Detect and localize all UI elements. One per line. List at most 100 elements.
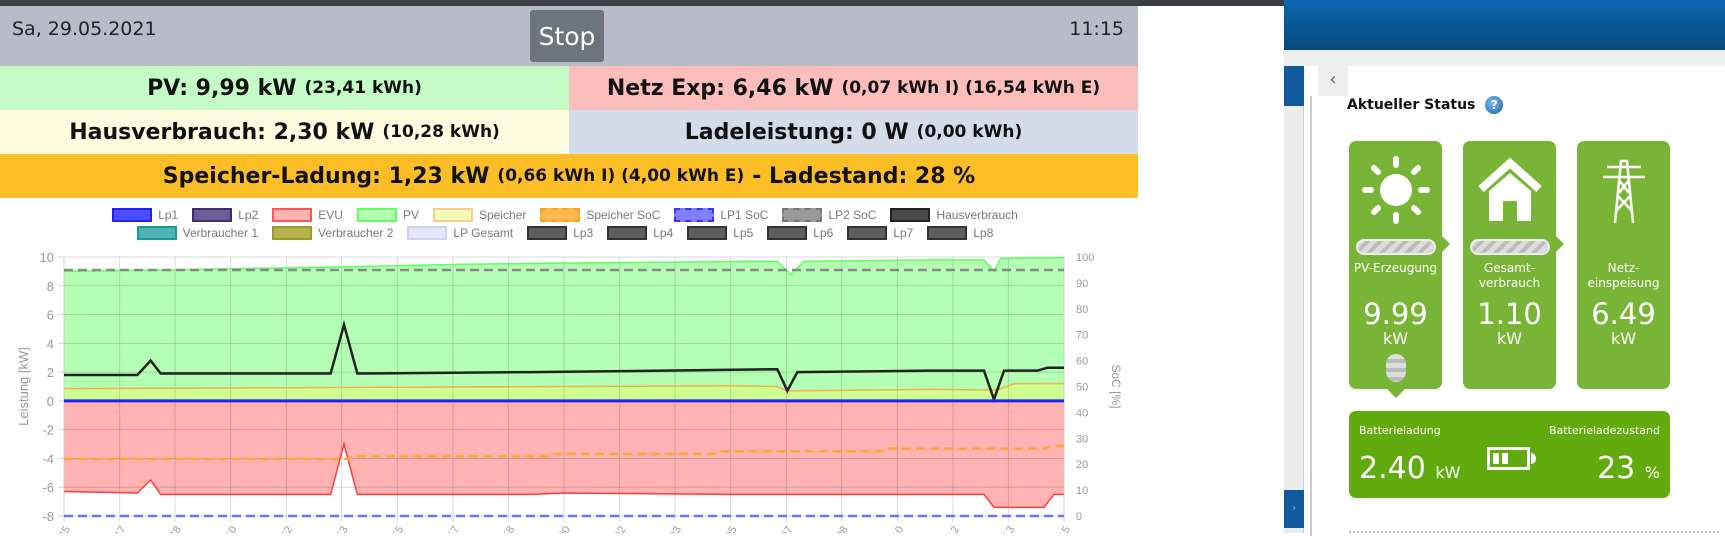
legend-item[interactable]: PV (356, 208, 419, 222)
header-bar: Sa, 29.05.2021 Stop 11:15 (0, 6, 1138, 66)
chart-legend: Lp1 Lp2 EVU PV Speicher Speicher SoC LP1 SoC LP… (60, 208, 1070, 240)
battery-soc-unit: % (1644, 463, 1660, 482)
legend-label: Hausverbrauch (936, 208, 1018, 222)
x-tick-label: 15 (1057, 524, 1074, 533)
legend-item[interactable]: LP1 SoC (674, 208, 768, 222)
legend-item[interactable]: Lp6 (767, 226, 833, 240)
x-tick-label: 52 (279, 524, 296, 533)
haus-energy: (10,28 kWh) (382, 122, 500, 142)
legend-label: Lp7 (893, 226, 914, 240)
expand-menu-button[interactable]: › (1284, 490, 1304, 528)
portal-header (1284, 0, 1725, 50)
legend-swatch (607, 226, 648, 240)
x-tick-label: 02 (612, 524, 629, 533)
legend-label: Verbraucher 1 (182, 226, 258, 240)
netz-unit: kW (1610, 329, 1637, 348)
legend-label: Lp5 (733, 226, 754, 240)
flow-arrow-bar (1469, 239, 1550, 255)
x-tick-label: 13 (1001, 524, 1018, 533)
verbrauch-value: 1.10 (1477, 297, 1542, 331)
stop-button[interactable]: Stop (530, 10, 604, 62)
legend-item[interactable]: Hausverbrauch (890, 208, 1018, 222)
pv-label: PV-Erzeugung (1353, 261, 1438, 275)
x-tick-label: 47 (112, 524, 129, 533)
x-tick-label: 50 (223, 524, 240, 533)
battery-soc-value: 23 (1597, 451, 1636, 486)
battery-icon (1487, 447, 1536, 470)
legend-label: Lp8 (973, 226, 994, 240)
y-axis-label: Leistung [kW] (16, 347, 31, 426)
legend-label: Lp3 (573, 226, 594, 240)
help-icon[interactable]: ? (1485, 96, 1504, 114)
legend-item[interactable]: Lp8 (927, 226, 993, 240)
house-icon (1463, 151, 1556, 229)
x-tick-label: 58 (501, 524, 518, 533)
legend-swatch (674, 208, 715, 222)
battery-charge-unit: kW (1435, 463, 1461, 482)
legend-item[interactable]: LP2 SoC (782, 208, 876, 222)
y-tick-label: 8 (47, 279, 54, 294)
y-tick-label: 2 (47, 365, 54, 380)
legend-item[interactable]: Lp5 (687, 226, 753, 240)
haus-power: Hausverbrauch: 2,30 kW (69, 119, 375, 145)
y-tick-label: 4 (47, 336, 54, 351)
x-tick-label: 00 (557, 524, 574, 533)
flow-arrow-bar (1355, 239, 1436, 255)
lade-energy: (0,00 kWh) (916, 122, 1023, 142)
pv-value: 9.99 (1363, 297, 1428, 331)
speicher-energy: (0,66 kWh I) (4,00 kWh E) (497, 166, 745, 186)
x-tick-label: 10 (890, 524, 907, 533)
legend-item[interactable]: EVU (272, 208, 343, 222)
netz-label: Netz-einspeisung (1587, 261, 1660, 290)
x-tick-label: 08 (834, 524, 851, 533)
legend-label: EVU (318, 208, 343, 222)
legend-swatch (112, 208, 153, 222)
status-title-text: Aktueller Status (1347, 97, 1476, 113)
legend-swatch (767, 226, 808, 240)
side-menu-active[interactable] (1284, 66, 1304, 106)
verbrauch-unit: kW (1496, 329, 1523, 348)
pv-card: PV-Erzeugung 9.99 kW (1349, 141, 1450, 398)
legend-item[interactable]: Speicher SoC (540, 208, 660, 222)
y2-tick-label: 60 (1076, 356, 1088, 368)
netz-value: 6.49 (1591, 297, 1656, 331)
x-tick-label: 12 (946, 524, 963, 533)
x-tick-label: 03 (668, 524, 685, 533)
flow-down-icon (1385, 354, 1406, 382)
status-title: Aktueller Status? (1347, 96, 1504, 114)
legend-label: Speicher SoC (586, 208, 661, 222)
y2-tick-label: 40 (1076, 407, 1088, 419)
legend-item[interactable]: Verbraucher 2 (272, 226, 393, 240)
legend-item[interactable]: Lp1 (112, 208, 178, 222)
legend-swatch (272, 226, 312, 240)
battery-soc: 23 % (1597, 451, 1660, 486)
legend-swatch (356, 208, 397, 222)
y2-tick-label: 90 (1076, 278, 1088, 290)
legend-item[interactable]: Verbraucher 1 (136, 226, 258, 240)
x-tick-label: 07 (779, 524, 796, 533)
legend-swatch (782, 208, 823, 222)
legend-swatch (927, 226, 968, 240)
x-tick-label: 45 (57, 524, 74, 533)
y-tick-label: -6 (42, 480, 54, 495)
pv-energy: (23,41 kWh) (304, 78, 422, 98)
haus-summary: Hausverbrauch: 2,30 kW (10,28 kWh) (0, 110, 569, 154)
pv-power: PV: 9,99 kW (147, 75, 297, 101)
legend-item[interactable]: Lp7 (847, 226, 913, 240)
legend-item[interactable]: Lp3 (527, 226, 593, 240)
y2-tick-label: 20 (1076, 459, 1088, 471)
battery-charge-value: 2.40 (1359, 451, 1426, 486)
speicher-power: Speicher-Ladung: 1,23 kW (162, 163, 490, 189)
chevron-left-icon[interactable]: ‹ (1318, 66, 1348, 96)
y-tick-label: -8 (42, 509, 54, 524)
legend-swatch (527, 226, 568, 240)
legend-label: LP Gesamt (453, 226, 514, 240)
y2-tick-label: 100 (1076, 252, 1094, 264)
y-tick-label: 10 (40, 250, 54, 265)
legend-item[interactable]: LP Gesamt (407, 226, 513, 240)
legend-item[interactable]: Speicher (432, 208, 526, 222)
legend-item[interactable]: Lp4 (607, 226, 673, 240)
time-label: 11:15 (1069, 18, 1124, 40)
legend-item[interactable]: Lp2 (192, 208, 258, 222)
speicher-summary: Speicher-Ladung: 1,23 kW (0,66 kWh I) (4,… (0, 154, 1138, 198)
